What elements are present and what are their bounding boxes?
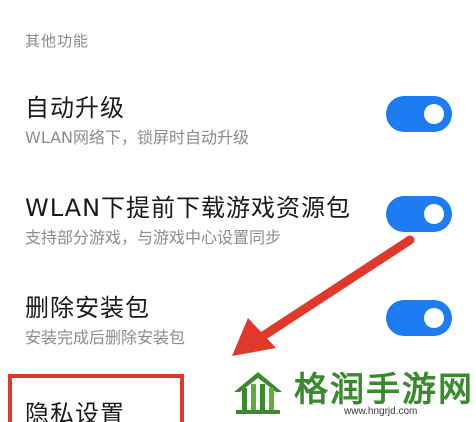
- settings-screen: 其他功能 自动升级 WLAN网络下，锁屏时自动升级 WLAN下提前下载游戏资源包…: [0, 0, 476, 422]
- setting-row-delete-package[interactable]: 删除安装包 安装完成后删除安装包: [0, 288, 476, 368]
- delete-package-toggle[interactable]: [386, 300, 452, 336]
- setting-row-wlan-predownload[interactable]: WLAN下提前下载游戏资源包 支持部分游戏，与游戏中心设置同步: [0, 188, 476, 268]
- watermark-name: 格润手游网: [294, 370, 474, 410]
- setting-title: WLAN下提前下载游戏资源包: [25, 194, 352, 222]
- watermark-logo-icon: [234, 372, 282, 414]
- toggle-knob: [424, 308, 444, 328]
- wlan-predownload-toggle[interactable]: [386, 196, 452, 232]
- setting-description: 安装完成后删除安装包: [25, 328, 186, 347]
- setting-row-auto-upgrade[interactable]: 自动升级 WLAN网络下，锁屏时自动升级: [0, 88, 476, 168]
- setting-title: 自动升级: [25, 94, 125, 122]
- watermark-url: www.hngrjd.com: [344, 406, 418, 417]
- watermark: 格润手游网 www.hngrjd.com: [228, 362, 476, 422]
- setting-description: 支持部分游戏，与游戏中心设置同步: [25, 228, 282, 247]
- highlight-box: [8, 374, 184, 422]
- toggle-knob: [424, 204, 444, 224]
- auto-upgrade-toggle[interactable]: [386, 96, 452, 132]
- setting-description: WLAN网络下，锁屏时自动升级: [25, 128, 250, 147]
- setting-title: 删除安装包: [25, 294, 150, 322]
- section-header-other-functions: 其他功能: [25, 32, 90, 50]
- toggle-knob: [424, 104, 444, 124]
